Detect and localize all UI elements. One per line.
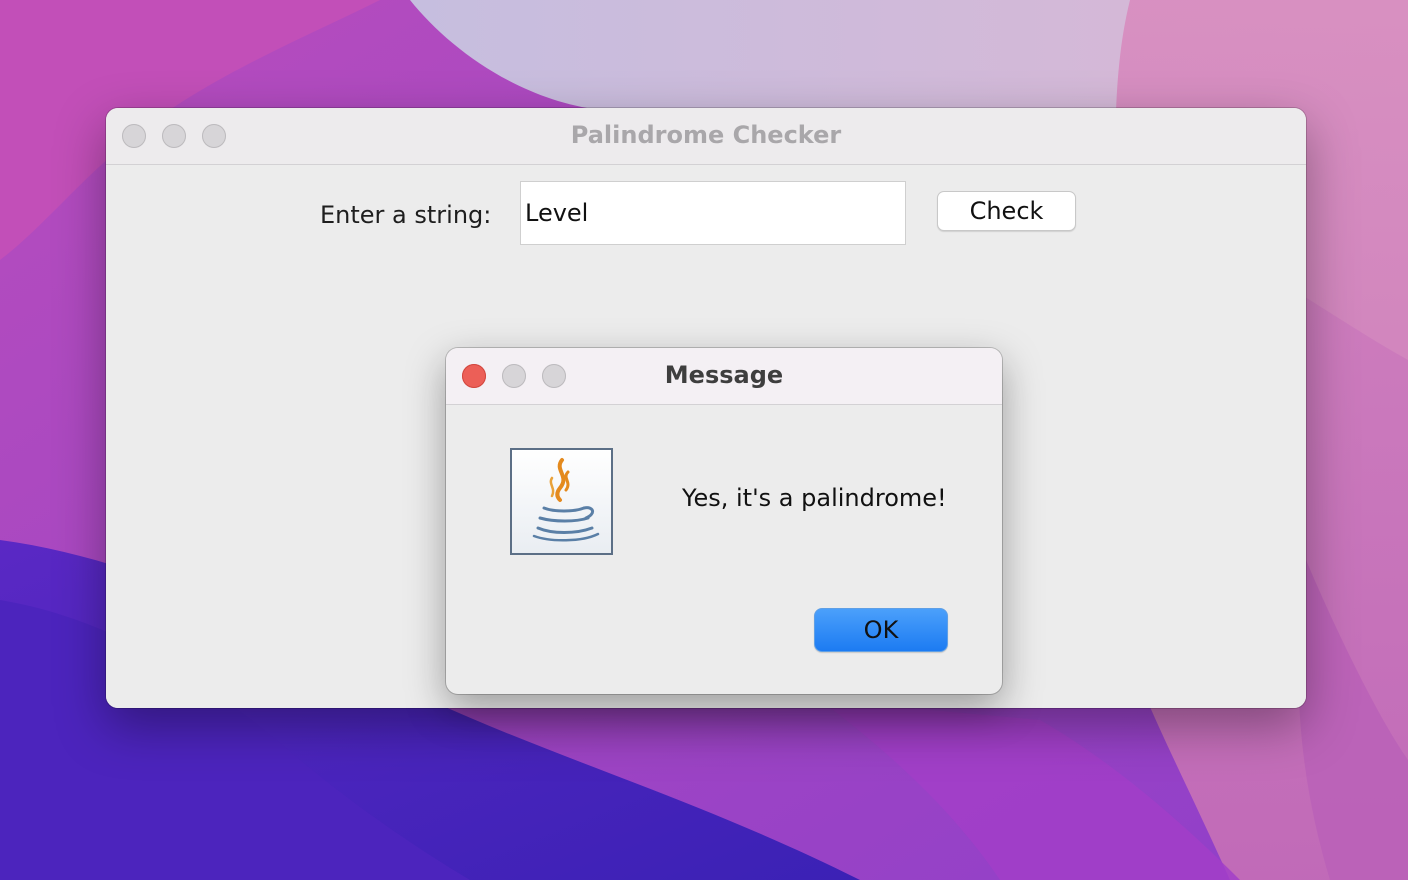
desktop: Palindrome Checker Enter a string: Check… bbox=[0, 0, 1408, 880]
check-button[interactable]: Check bbox=[937, 191, 1076, 231]
main-window-titlebar[interactable]: Palindrome Checker bbox=[106, 108, 1306, 165]
input-label: Enter a string: bbox=[320, 201, 492, 229]
message-dialog: Message Yes, it's a palindrome! OK bbox=[446, 348, 1002, 694]
dialog-title: Message bbox=[664, 361, 784, 389]
window-title: Palindrome Checker bbox=[570, 121, 842, 149]
java-coffee-cup-icon bbox=[510, 448, 613, 555]
ok-button[interactable]: OK bbox=[814, 608, 948, 652]
string-input[interactable] bbox=[520, 181, 906, 245]
dialog-message: Yes, it's a palindrome! bbox=[682, 484, 947, 512]
dialog-titlebar[interactable]: Message bbox=[446, 348, 1002, 405]
